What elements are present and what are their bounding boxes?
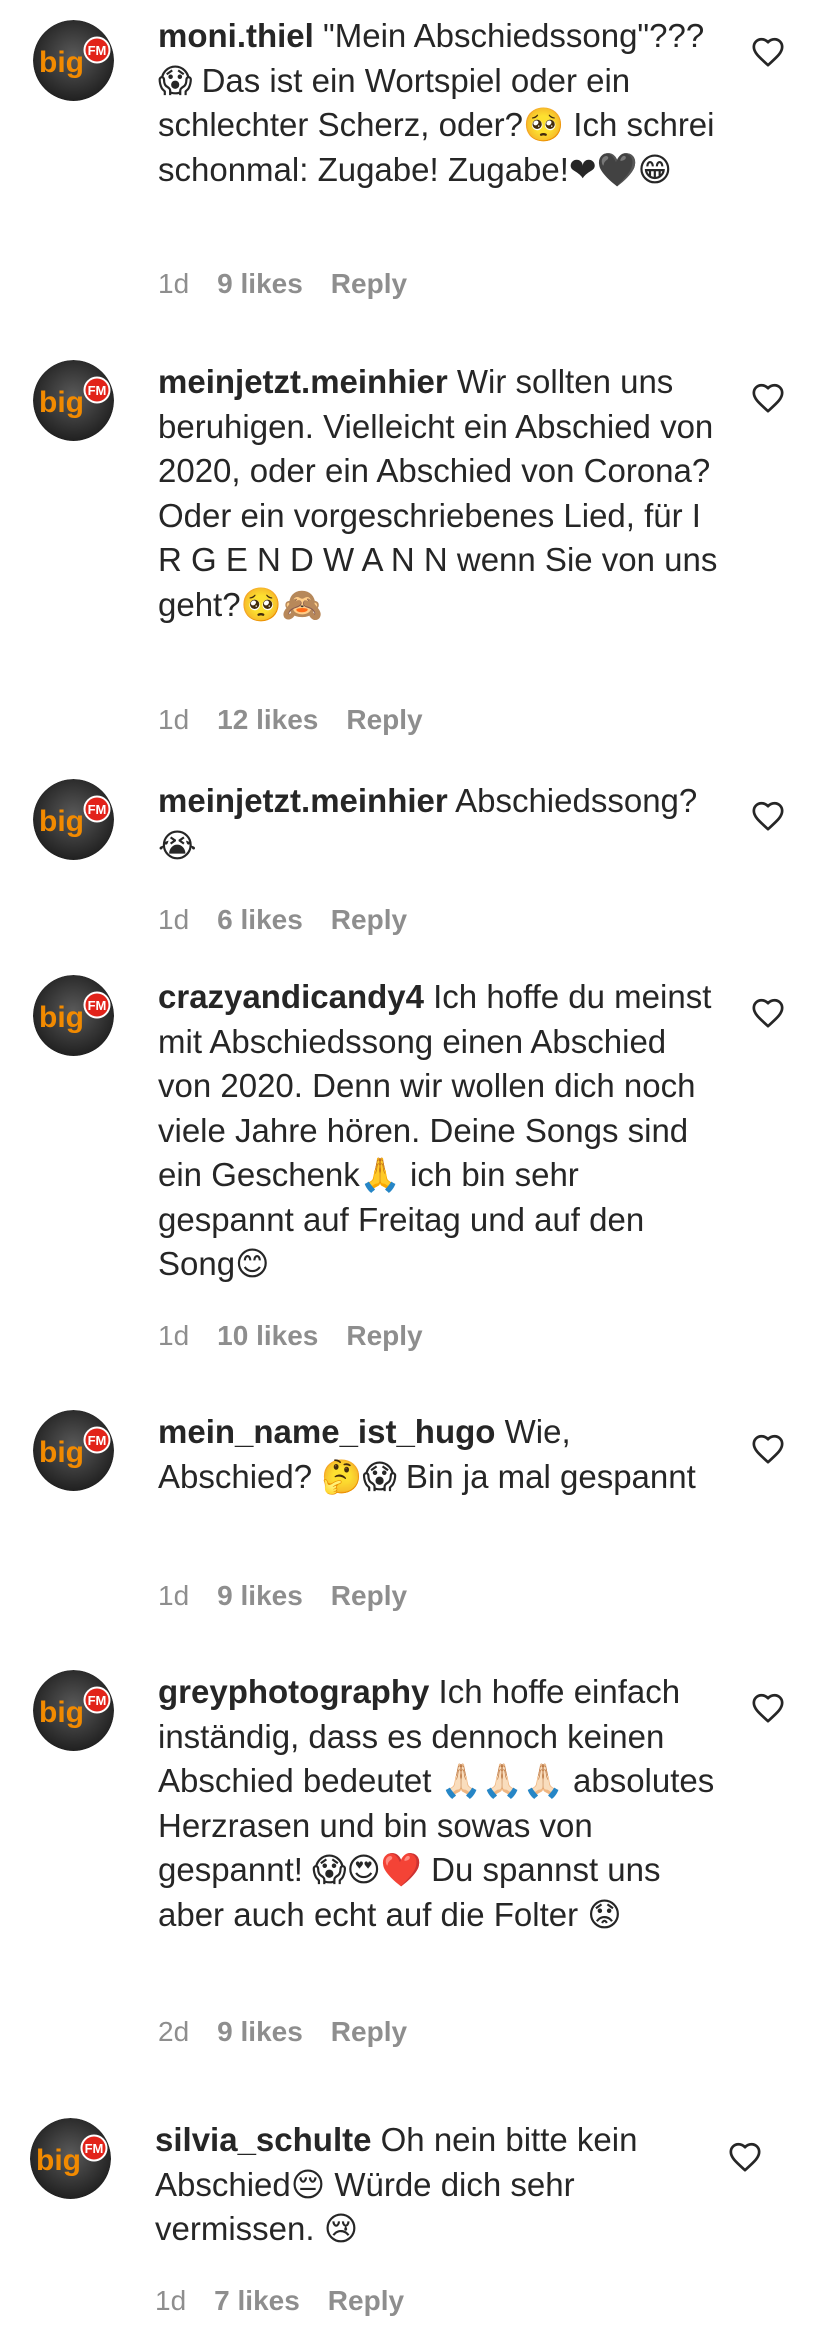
- svg-text:big: big: [36, 2144, 81, 2177]
- avatar[interactable]: big FM: [33, 1410, 114, 1491]
- comment-likes[interactable]: 12 likes: [217, 704, 318, 735]
- avatar[interactable]: big FM: [33, 1670, 114, 1751]
- svg-text:FM: FM: [88, 1693, 107, 1708]
- bigfm-logo-icon: big FM: [30, 2118, 111, 2199]
- comment-text: meinjetzt.meinhier Abschiedssong? 😭: [158, 779, 718, 868]
- svg-text:big: big: [39, 1696, 84, 1729]
- comment-likes[interactable]: 7 likes: [214, 2285, 300, 2316]
- avatar[interactable]: big FM: [33, 975, 114, 1056]
- comment-time: 2d: [158, 2016, 190, 2047]
- comment-meta: 1d 12 likes Reply: [158, 704, 423, 744]
- svg-text:big: big: [39, 386, 84, 419]
- svg-text:FM: FM: [88, 802, 107, 817]
- comment-likes[interactable]: 10 likes: [217, 1320, 318, 1351]
- bigfm-logo-icon: big FM: [33, 360, 114, 441]
- reply-button[interactable]: Reply: [346, 1320, 422, 1351]
- comment-time: 1d: [158, 1580, 190, 1611]
- comment-text: mein_name_ist_hugo Wie, Abschied? 🤔😱 Bin…: [158, 1410, 718, 1499]
- heart-outline-icon[interactable]: [728, 2141, 762, 2173]
- comment-likes[interactable]: 9 likes: [217, 1580, 303, 1611]
- comment-time: 1d: [158, 904, 190, 935]
- comment-username[interactable]: crazyandicandy4: [158, 978, 424, 1015]
- heart-outline-icon[interactable]: [751, 800, 785, 832]
- comment-body: Ich hoffe einfach inständig, dass es den…: [158, 1673, 724, 1933]
- comment-time: 1d: [158, 704, 190, 735]
- comment-body: Ich hoffe du meinst mit Abschiedssong ei…: [158, 978, 721, 1282]
- svg-text:FM: FM: [88, 998, 107, 1013]
- comment-username[interactable]: meinjetzt.meinhier: [158, 782, 448, 819]
- heart-outline-icon[interactable]: [751, 36, 785, 68]
- svg-text:FM: FM: [88, 1433, 107, 1448]
- comment-username[interactable]: greyphotography: [158, 1673, 429, 1710]
- avatar[interactable]: big FM: [33, 20, 114, 101]
- comment-text: meinjetzt.meinhier Wir sollten uns beruh…: [158, 360, 718, 627]
- bigfm-logo-icon: big FM: [33, 779, 114, 860]
- bigfm-logo-icon: big FM: [33, 1410, 114, 1491]
- reply-button[interactable]: Reply: [331, 2016, 407, 2047]
- comment-text: silvia_schulte Oh nein bitte kein Abschi…: [155, 2118, 695, 2252]
- comment-username[interactable]: moni.thiel: [158, 17, 314, 54]
- comment-time: 1d: [158, 1320, 190, 1351]
- comment-meta: 1d 10 likes Reply: [158, 1320, 423, 1360]
- bigfm-logo-icon: big FM: [33, 1670, 114, 1751]
- comment-username[interactable]: meinjetzt.meinhier: [158, 363, 448, 400]
- svg-text:big: big: [39, 46, 84, 79]
- comment-text: greyphotography Ich hoffe einfach instän…: [158, 1670, 718, 1937]
- comment-time: 1d: [155, 2285, 187, 2316]
- heart-outline-icon[interactable]: [751, 997, 785, 1029]
- heart-outline-icon[interactable]: [751, 382, 785, 414]
- comment-meta: 1d 6 likes Reply: [158, 904, 407, 944]
- comment-likes[interactable]: 6 likes: [217, 904, 303, 935]
- bigfm-logo-icon: big FM: [33, 975, 114, 1056]
- svg-text:FM: FM: [85, 2141, 104, 2156]
- avatar[interactable]: big FM: [30, 2118, 111, 2199]
- svg-text:FM: FM: [88, 383, 107, 398]
- reply-button[interactable]: Reply: [331, 1580, 407, 1611]
- reply-button[interactable]: Reply: [328, 2285, 404, 2316]
- comment-meta: 1d 9 likes Reply: [158, 268, 407, 308]
- reply-button[interactable]: Reply: [331, 904, 407, 935]
- comment-text: crazyandicandy4 Ich hoffe du meinst mit …: [158, 975, 718, 1287]
- comment-username[interactable]: mein_name_ist_hugo: [158, 1413, 495, 1450]
- comment-likes[interactable]: 9 likes: [217, 2016, 303, 2047]
- svg-text:big: big: [39, 805, 84, 838]
- avatar[interactable]: big FM: [33, 779, 114, 860]
- heart-outline-icon[interactable]: [751, 1433, 785, 1465]
- heart-outline-icon[interactable]: [751, 1692, 785, 1724]
- comment-time: 1d: [158, 268, 190, 299]
- svg-text:FM: FM: [88, 43, 107, 58]
- bigfm-logo-icon: big FM: [33, 20, 114, 101]
- comment-meta: 1d 7 likes Reply: [155, 2285, 404, 2325]
- comment-meta: 1d 9 likes Reply: [158, 1580, 407, 1620]
- comment-username[interactable]: silvia_schulte: [155, 2121, 371, 2158]
- comment-text: moni.thiel "Mein Abschiedssong"???😱 Das …: [158, 14, 718, 192]
- reply-button[interactable]: Reply: [346, 704, 422, 735]
- avatar[interactable]: big FM: [33, 360, 114, 441]
- comment-meta: 2d 9 likes Reply: [158, 2016, 407, 2056]
- reply-button[interactable]: Reply: [331, 268, 407, 299]
- svg-text:big: big: [39, 1436, 84, 1469]
- comment-body: Wir sollten uns beruhigen. Vielleicht ei…: [158, 363, 727, 623]
- comment-likes[interactable]: 9 likes: [217, 268, 303, 299]
- svg-text:big: big: [39, 1001, 84, 1034]
